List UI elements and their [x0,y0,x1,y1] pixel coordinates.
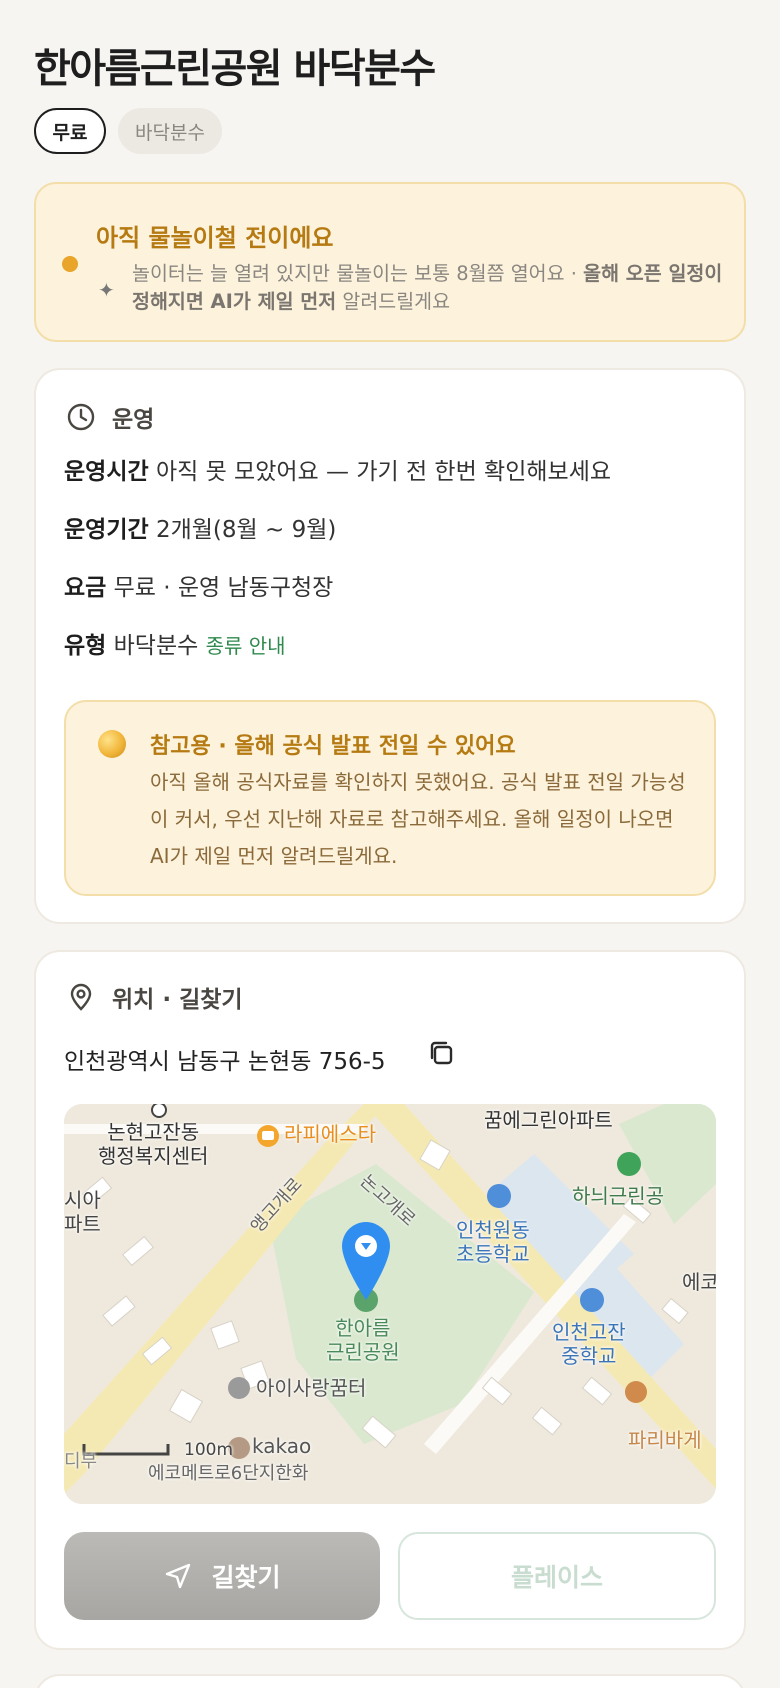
map-label-bakery: 파리바게 [628,1428,702,1452]
navigation-arrow-icon [166,1563,191,1589]
office-marker-icon [151,1104,167,1118]
type-chip: 바닥분수 [118,108,222,154]
page-title: 한아름근린공원 바닥분수 [34,46,436,92]
address-text: 인천광역시 남동구 논현동 756-5 [64,1049,386,1075]
next-card-edge [34,1674,746,1688]
sparkle-icon: ✦ [98,278,115,302]
notice-text: 놀이터는 늘 열려 있지만 물놀이는 보통 8월쯤 열어요 · 올해 오픈 일정… [132,260,732,316]
info-value: 무료 · 운영 남동구청장 [113,575,334,601]
map-label-apartment: 꿈에그린아파트 [484,1108,613,1132]
map-label-left-edge: 시아 파트 [64,1188,101,1236]
place-button[interactable]: 플레이스 [398,1532,716,1620]
map-label-park-main: 한아름 근린공원 [326,1316,400,1364]
info-value: 바닥분수 [113,633,199,659]
reference-notice: 참고용 · 올해 공식 발표 전일 수 있어요 아직 올해 공식자료를 확인하지… [64,700,716,896]
navigate-button[interactable]: 길찾기 [64,1532,380,1620]
info-row-fee: 요금 무료 · 운영 남동구청장 [64,568,333,602]
school-marker-icon [487,1184,511,1208]
type-guide-link[interactable]: 종류 안내 [206,634,286,658]
location-pin-icon [70,983,92,1011]
map-label-school1: 인천원동 초등학교 [456,1218,530,1266]
page: 한아름근린공원 바닥분수 무료 바닥분수 아직 물놀이철 전이에요 ✦ 놀이터는… [0,0,780,1688]
map-label-left-bottom: 디부 [64,1451,98,1472]
info-key: 운영시간 [64,459,149,485]
info-key: 운영기간 [64,517,149,543]
location-card: 위치 · 길찾기 인천광역시 남동구 논현동 756-5 논현고잔동 행정복지센… [34,950,746,1650]
map-label-park-right: 하늬근린공 [572,1184,664,1208]
bakery-marker-icon [625,1381,647,1403]
map-label-school2: 인천고잔 중학교 [552,1320,626,1368]
status-dot-icon [62,256,78,272]
map-label-edge: 에코 [682,1270,716,1294]
info-key: 요금 [64,575,107,601]
park-marker-icon [617,1152,641,1176]
info-row-period: 운영기간 2개월(8월 ~ 9월) [64,510,336,544]
price-chip: 무료 [34,108,106,154]
map-label-cafe: 라피에스타 [284,1122,376,1146]
info-value: 2개월(8월 ~ 9월) [155,517,337,543]
info-key: 유형 [64,633,107,659]
map-label-bottom: 에코메트로6단지한화 [148,1463,309,1484]
notice-title: 아직 물놀이철 전이에요 [96,224,334,252]
map-label-office: 논현고잔동 행정복지센터 [98,1120,209,1168]
location-header: 위치 · 길찾기 [66,980,243,1014]
notice-text-tail: 알려드릴게요 [336,290,451,313]
cafe-bag-icon [262,1131,274,1140]
kakao-logo: kakao [252,1434,312,1458]
notice-text-plain: 놀이터는 늘 열려 있지만 물놀이는 보통 8월쯤 열어요 · [132,262,584,285]
operation-card: 운영 운영시간 아직 못 모았어요 — 가기 전 한번 확인해보세요 운영기간 … [34,368,746,924]
location-label: 위치 · 길찾기 [112,987,243,1013]
navigate-button-label: 길찾기 [211,1563,281,1592]
operation-label: 운영 [112,407,155,433]
info-row-hours: 운영시간 아직 못 모았어요 — 가기 전 한번 확인해보세요 [64,452,611,486]
location-map[interactable]: 논현고잔동 행정복지센터 라피에스타 꿈에그린아파트 하늬근린공 앵고개로 논고… [64,1104,716,1504]
moon-icon [98,730,126,758]
copy-icon[interactable] [426,1038,456,1068]
season-notice: 아직 물놀이철 전이에요 ✦ 놀이터는 늘 열려 있지만 물놀이는 보통 8월쯤… [34,182,746,342]
clock-icon [67,403,95,431]
reference-title: 참고용 · 올해 공식 발표 전일 수 있어요 [150,734,516,759]
reference-body: 아직 올해 공식자료를 확인하지 못했어요. 공식 발표 전일 가능성이 커서,… [150,770,686,868]
map-scale-label: 100m [184,1440,234,1460]
operation-header: 운영 [66,400,154,434]
info-value: 아직 못 모았어요 — 가기 전 한번 확인해보세요 [155,459,612,485]
info-row-type: 유형 바닥분수 종류 안내 [64,626,286,660]
map-label-daycare: 아이사랑꿈터 [256,1376,367,1400]
school-marker-icon [580,1288,604,1312]
building-marker-icon [228,1377,250,1399]
place-button-label: 플레이스 [510,1563,603,1592]
